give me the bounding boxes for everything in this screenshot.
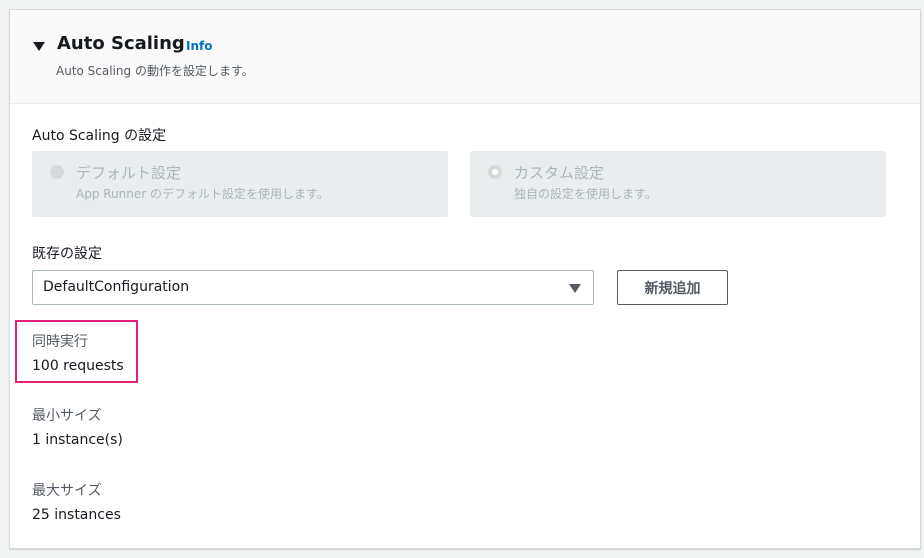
default-settings-title: デフォルト設定	[76, 164, 182, 182]
add-new-button[interactable]: 新規追加	[617, 270, 728, 305]
existing-config-label: 既存の設定	[32, 246, 102, 262]
max-size-value: 25 instances	[32, 507, 121, 523]
panel-description: Auto Scaling の動作を設定します。	[56, 64, 254, 78]
panel-title: Auto Scaling	[57, 33, 185, 54]
default-settings-tile[interactable]: デフォルト設定 App Runner のデフォルト設定を使用します。	[32, 151, 448, 217]
concurrency-value: 100 requests	[32, 358, 124, 374]
chevron-down-icon[interactable]	[569, 284, 581, 293]
concurrency-label: 同時実行	[32, 334, 88, 350]
existing-config-value: DefaultConfiguration	[43, 279, 190, 295]
min-size-label: 最小サイズ	[32, 408, 102, 424]
info-link[interactable]: Info	[186, 39, 212, 53]
autoscaling-settings-label: Auto Scaling の設定	[32, 128, 167, 144]
existing-config-select[interactable]: DefaultConfiguration	[32, 270, 594, 305]
custom-settings-description: 独自の設定を使用します。	[514, 187, 657, 201]
custom-settings-tile[interactable]: カスタム設定 独自の設定を使用します。	[470, 151, 886, 217]
custom-settings-radio[interactable]	[488, 165, 502, 179]
auto-scaling-panel: Auto Scaling Info Auto Scaling の動作を設定します…	[9, 9, 921, 549]
caret-down-icon[interactable]	[33, 42, 45, 51]
default-settings-description: App Runner のデフォルト設定を使用します。	[76, 187, 329, 201]
panel-header[interactable]: Auto Scaling Info Auto Scaling の動作を設定します…	[10, 10, 920, 104]
min-size-value: 1 instance(s)	[32, 432, 123, 448]
custom-settings-title: カスタム設定	[514, 164, 605, 182]
default-settings-radio[interactable]	[50, 165, 64, 179]
max-size-label: 最大サイズ	[32, 483, 102, 499]
